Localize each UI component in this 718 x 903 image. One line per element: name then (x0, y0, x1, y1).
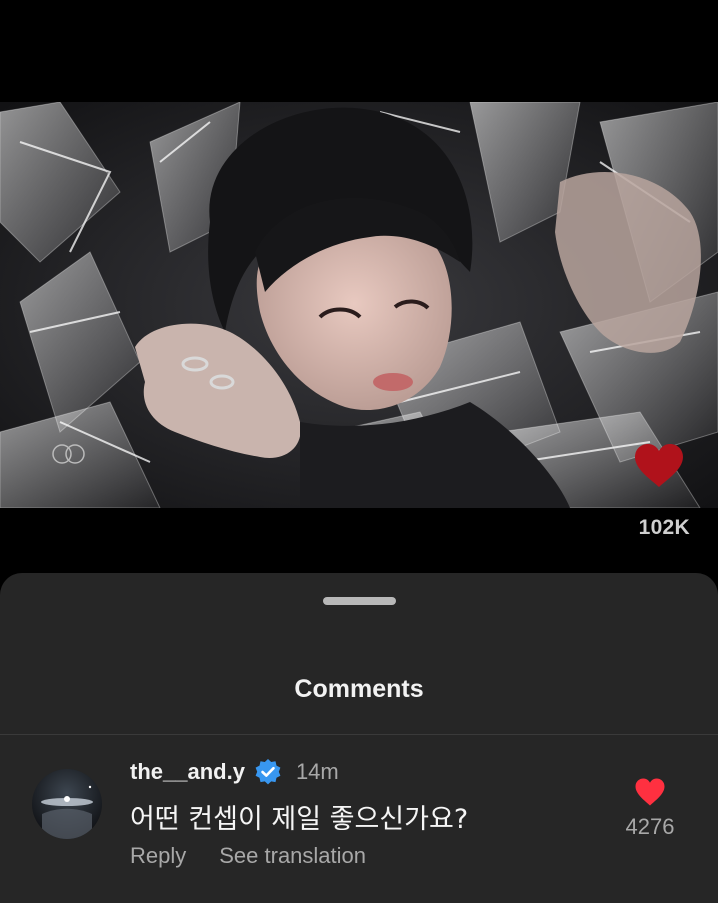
post-like-count: 102K (638, 516, 690, 539)
reply-button[interactable]: Reply (130, 843, 186, 869)
post-image (0, 102, 718, 508)
comment-like-count: 4276 (625, 814, 675, 839)
heart-icon (635, 444, 683, 487)
comment-meta: the__and.y 14m (130, 757, 339, 787)
comment-like-button[interactable]: 4276 (620, 777, 680, 840)
heart-icon[interactable] (634, 777, 666, 807)
comment-username[interactable]: the__and.y (130, 759, 245, 785)
comment-text: 어떤 컨셉이 제일 좋으신가요? (130, 804, 469, 835)
drag-handle[interactable] (323, 597, 396, 605)
comment-actions: Reply See translation (130, 843, 366, 869)
post-media[interactable] (0, 102, 718, 508)
avatar-image (32, 769, 102, 839)
comment-item: the__and.y 14m 어떤 컨셉이 제일 좋으신가요? Reply Se… (0, 735, 718, 903)
sheet-title: Comments (294, 675, 424, 703)
comment-time: 14m (295, 759, 339, 784)
see-translation-button[interactable]: See translation (219, 843, 366, 869)
comments-sheet: Comments the__and.y 14m 어떤 컨셉이 제일 좋으신가요?… (0, 573, 718, 903)
verified-badge-icon (255, 759, 281, 785)
top-black-bar (0, 0, 718, 102)
avatar[interactable] (32, 769, 102, 839)
